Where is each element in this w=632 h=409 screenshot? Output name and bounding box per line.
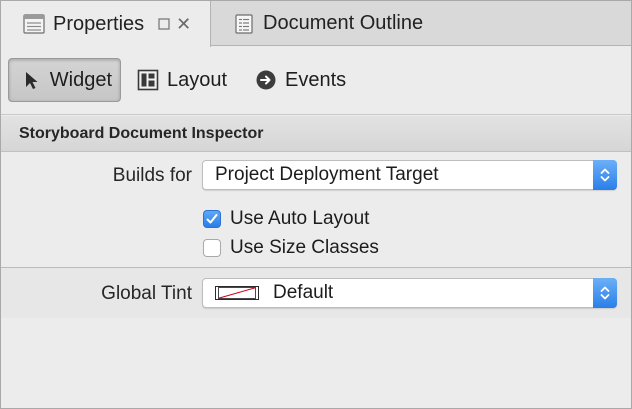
use-size-classes-checkbox[interactable] (203, 239, 221, 257)
chevron-updown-icon[interactable] (593, 160, 617, 190)
subnav-layout-button[interactable]: Layout (129, 58, 235, 102)
default-color-swatch-icon (215, 286, 259, 300)
arrow-right-circle-icon (255, 69, 277, 91)
global-tint-row: Global Tint Default (1, 268, 631, 318)
document-outline-icon (233, 13, 255, 34)
use-auto-layout-label: Use Auto Layout (230, 208, 370, 229)
global-tint-select[interactable]: Default (202, 278, 617, 308)
use-size-classes-option[interactable]: Use Size Classes (203, 237, 379, 259)
empty-panel-area (1, 318, 631, 408)
tab-document-outline[interactable]: Document Outline (212, 1, 631, 46)
pointer-icon (21, 69, 42, 91)
close-icon[interactable]: ✕ (176, 15, 191, 33)
chevron-updown-icon[interactable] (593, 278, 617, 308)
subnav-events-button[interactable]: Events (247, 58, 354, 102)
subnav-events-label: Events (285, 68, 347, 91)
tab-properties-label: Properties (53, 12, 145, 35)
subnav-widget-label: Widget (49, 68, 112, 91)
inspector-subnav: Widget Layout Events (1, 47, 631, 115)
use-size-classes-label: Use Size Classes (230, 237, 379, 258)
maximize-icon[interactable] (158, 18, 170, 30)
section-title: Storyboard Document Inspector (19, 124, 264, 142)
section-header: Storyboard Document Inspector (1, 116, 631, 152)
builds-for-value: Project Deployment Target (215, 164, 439, 185)
tab-properties[interactable]: Properties ✕ (1, 1, 211, 47)
tab-document-outline-label: Document Outline (263, 12, 424, 34)
use-auto-layout-option[interactable]: Use Auto Layout (203, 208, 369, 230)
properties-icon (23, 14, 45, 34)
layout-icon (137, 69, 159, 91)
builds-for-select[interactable]: Project Deployment Target (202, 160, 617, 190)
subnav-layout-label: Layout (167, 68, 228, 91)
tab-bar: Properties ✕ Document Outline (1, 1, 631, 47)
inspector-panel: Properties ✕ Document Outline Widget Lay… (0, 0, 632, 409)
subnav-widget-button[interactable]: Widget (8, 58, 121, 102)
global-tint-value: Default (273, 282, 334, 303)
use-auto-layout-checkbox[interactable] (203, 210, 221, 228)
global-tint-label: Global Tint (101, 283, 192, 304)
builds-for-label: Builds for (112, 165, 192, 186)
document-settings: Builds for Project Deployment Target Use… (1, 153, 631, 267)
